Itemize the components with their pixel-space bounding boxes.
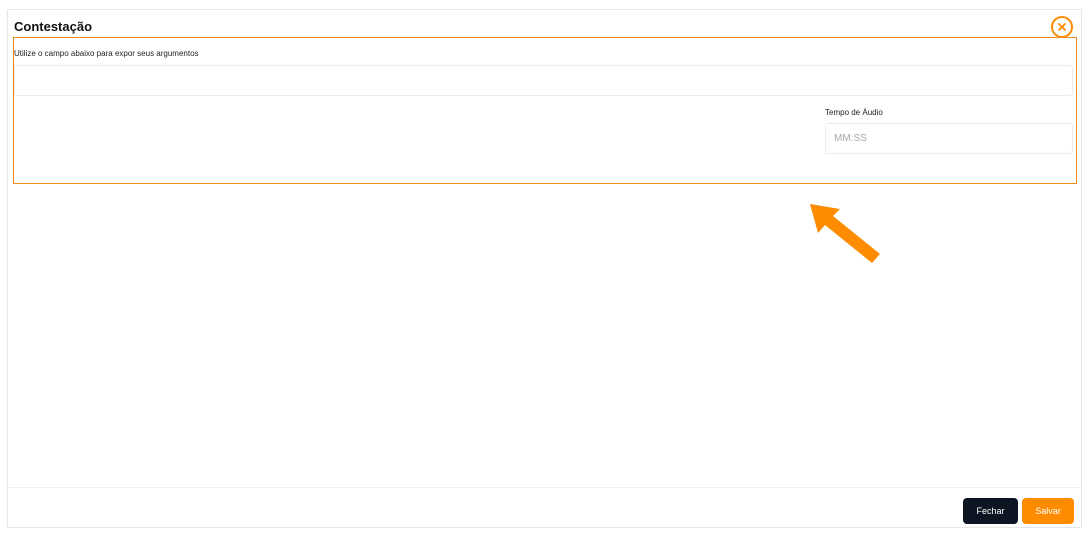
footer-divider [8, 487, 1081, 488]
close-modal-button[interactable]: Fechar [963, 498, 1018, 524]
highlighted-form-region: Utilize o campo abaixo para expor seus a… [13, 37, 1077, 184]
instruction-label: Utilize o campo abaixo para expor seus a… [14, 49, 199, 58]
save-button[interactable]: Salvar [1022, 498, 1074, 524]
close-button[interactable] [1051, 16, 1073, 38]
modal-title: Contestação [14, 19, 93, 34]
arrow-up-left-icon [810, 204, 880, 263]
close-circle-icon [1058, 23, 1066, 31]
contestacao-modal: Contestação Utilize o campo abaixo para … [7, 9, 1082, 528]
audio-time-input[interactable] [825, 123, 1073, 154]
audio-time-label: Tempo de Áudio [825, 108, 883, 117]
argument-input[interactable] [14, 65, 1073, 96]
